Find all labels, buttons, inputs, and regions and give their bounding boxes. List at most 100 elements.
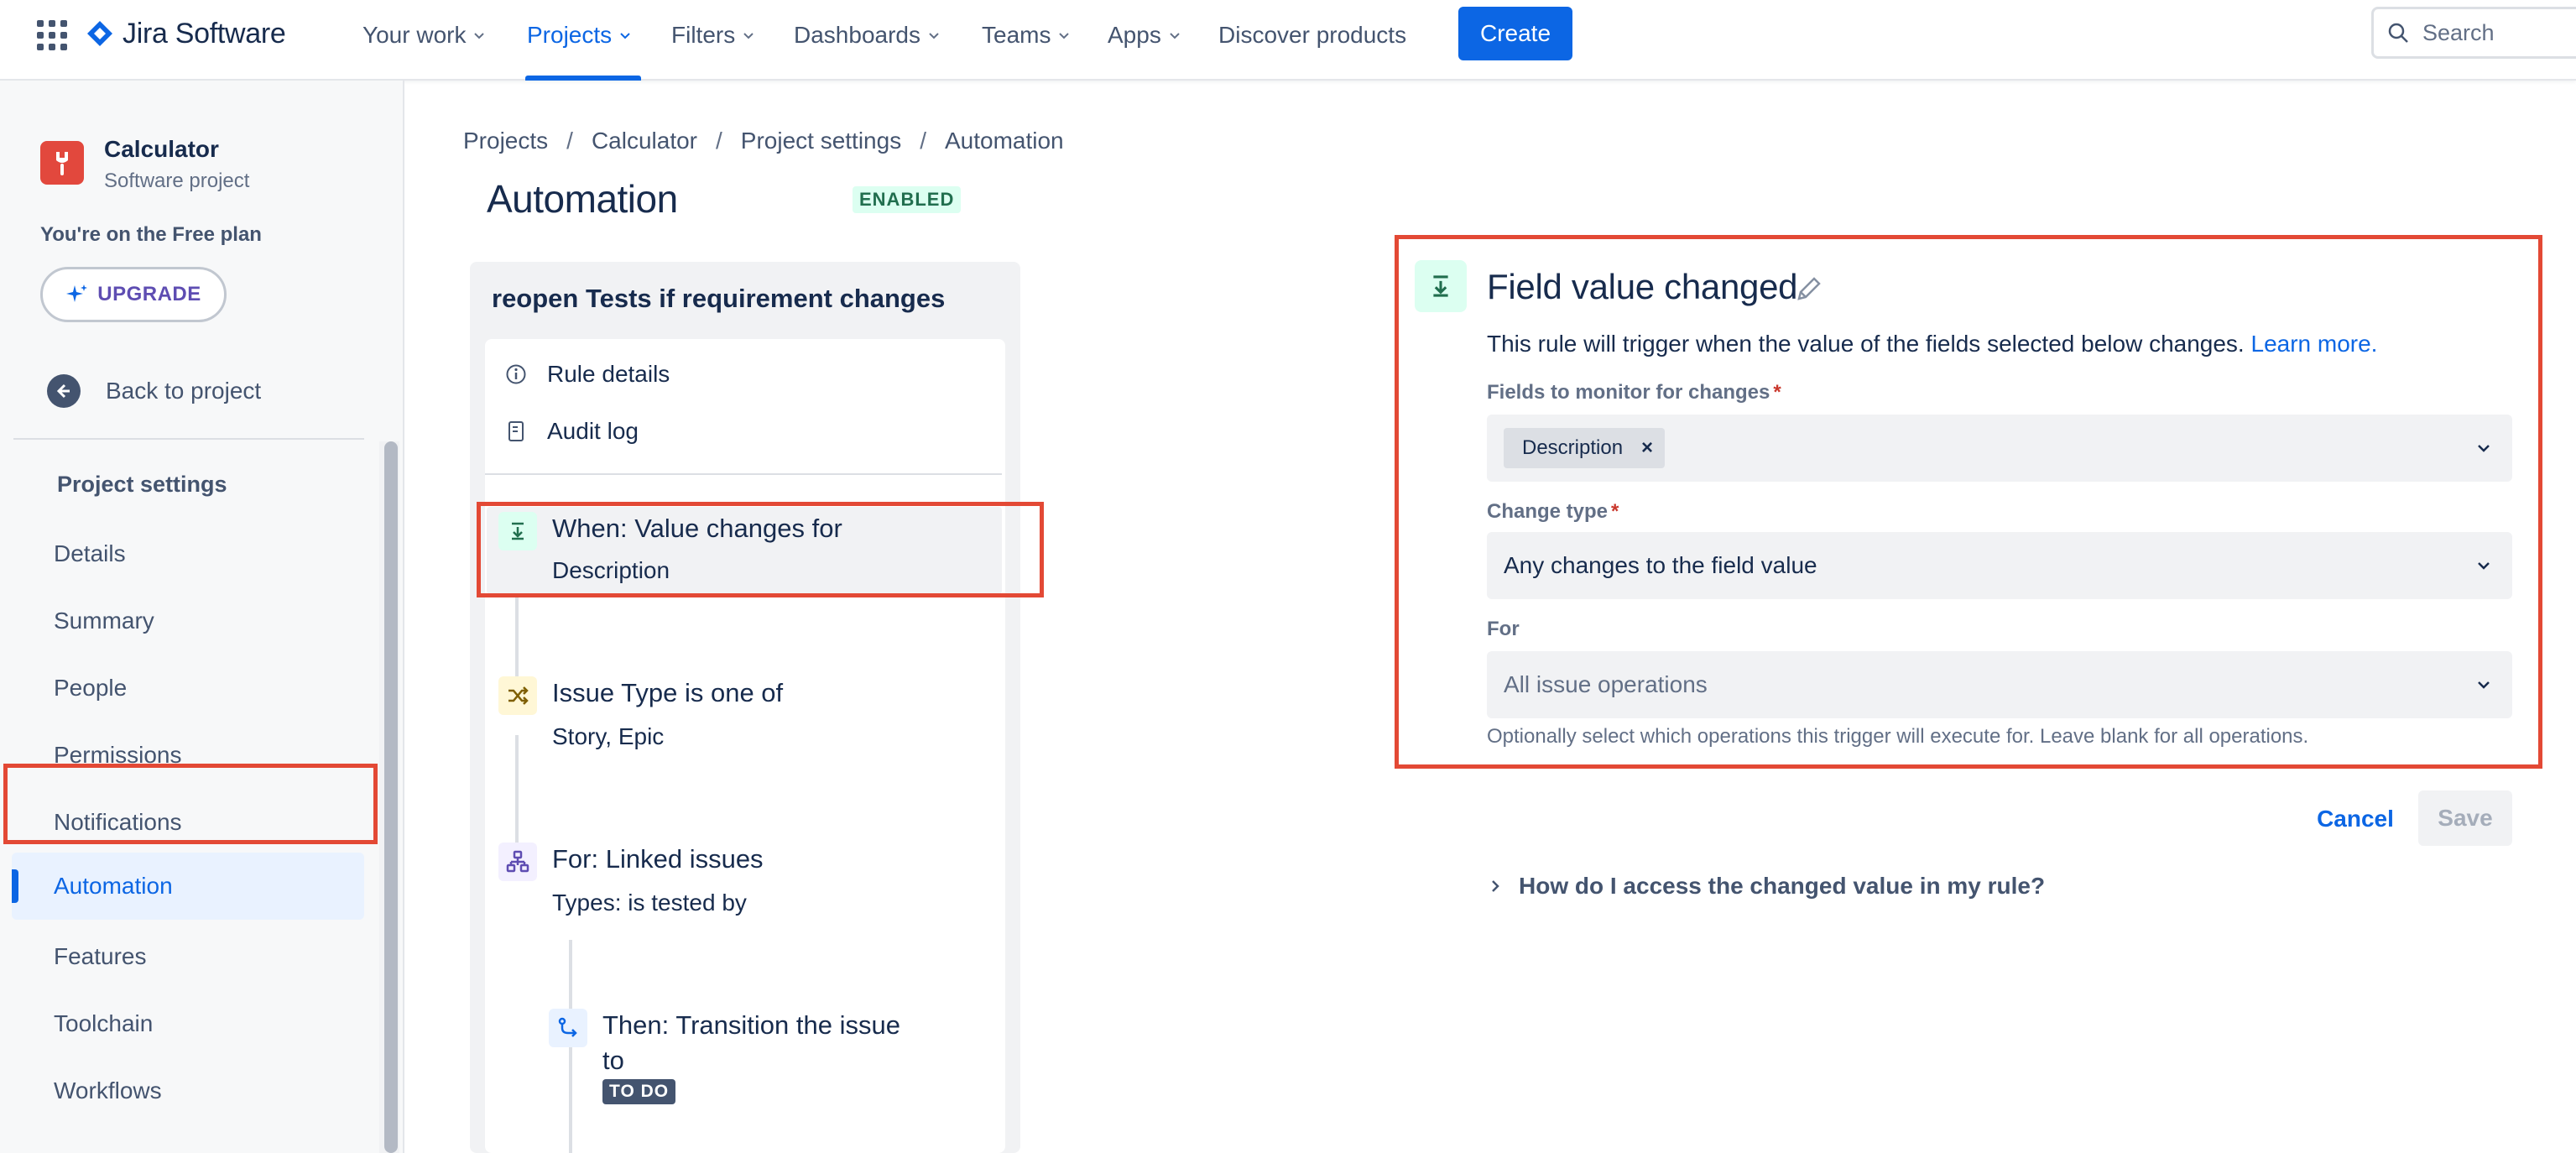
search-box[interactable] xyxy=(2371,7,2576,59)
highlight-box-automation xyxy=(3,764,378,844)
hierarchy-icon xyxy=(498,843,537,881)
info-icon xyxy=(506,364,526,384)
active-nav-indicator xyxy=(525,76,641,81)
label-text: Fields to monitor for changes xyxy=(1487,381,1770,404)
step-subtitle: Story, Epic xyxy=(552,723,665,749)
sidebar-item-automation[interactable]: Automation xyxy=(54,869,173,903)
sparkle-icon xyxy=(66,284,88,302)
sidebar-item-people[interactable]: People xyxy=(54,671,127,705)
search-icon xyxy=(2388,23,2408,43)
operations-select[interactable]: All issue operations xyxy=(1487,651,2512,718)
for-label: For xyxy=(1487,618,1520,640)
logo-text: Jira Software xyxy=(123,17,286,50)
transition-icon xyxy=(549,1009,587,1047)
nav-apps[interactable]: Apps xyxy=(1108,18,1181,52)
create-button[interactable]: Create xyxy=(1458,7,1572,60)
project-type: Software project xyxy=(104,170,250,192)
step-title-continued: to xyxy=(602,1046,624,1075)
step-title[interactable]: Then: Transition the issue xyxy=(602,1010,900,1041)
project-avatar xyxy=(40,141,84,185)
nav-teams[interactable]: Teams xyxy=(982,18,1071,52)
sidebar-item-toolchain[interactable]: Toolchain xyxy=(54,1007,153,1041)
chevron-down-icon xyxy=(1059,33,1070,39)
nav-dashboards[interactable]: Dashboards xyxy=(794,18,941,52)
step-title[interactable]: For: Linked issues xyxy=(552,844,764,874)
chevron-down-icon xyxy=(2478,681,2490,689)
sidebar-item-workflows[interactable]: Workflows xyxy=(54,1074,162,1108)
pencil-icon[interactable] xyxy=(1794,274,1824,304)
required-asterisk: * xyxy=(1611,500,1619,523)
label-text: Change type xyxy=(1487,500,1609,523)
search-input[interactable] xyxy=(2422,19,2573,46)
breadcrumb-automation[interactable]: Automation xyxy=(945,128,1064,154)
breadcrumb-project-settings[interactable]: Project settings xyxy=(741,128,901,154)
nav-label: Your work xyxy=(362,22,467,48)
audit-log-link[interactable]: Audit log xyxy=(505,415,639,448)
upgrade-button[interactable]: UPGRADE xyxy=(40,267,227,322)
panel-description: This rule will trigger when the value of… xyxy=(1487,331,2377,357)
nav-label: Dashboards xyxy=(794,22,920,48)
upgrade-label: UPGRADE xyxy=(97,283,201,305)
jira-diamond-icon xyxy=(87,21,112,46)
nav-label: Projects xyxy=(527,22,613,48)
rule-name: reopen Tests if requirement changes xyxy=(492,284,946,313)
change-type-select[interactable]: Any changes to the field value xyxy=(1487,532,2512,599)
faq-expander[interactable]: How do I access the changed value in my … xyxy=(1487,869,2045,903)
nav-label: Filters xyxy=(671,22,736,48)
breadcrumb-separator: / xyxy=(566,128,573,154)
rule-details-link[interactable]: Rule details xyxy=(505,357,670,391)
chevron-down-icon xyxy=(474,33,485,39)
nav-label: Apps xyxy=(1108,22,1161,48)
jira-logo[interactable]: Jira Software xyxy=(86,17,286,50)
chevron-down-icon xyxy=(620,33,630,39)
divider xyxy=(13,438,364,440)
save-button[interactable]: Save xyxy=(2418,790,2512,846)
chevron-down-icon xyxy=(2478,562,2490,570)
breadcrumb-calculator[interactable]: Calculator xyxy=(592,128,697,154)
step-title[interactable]: Issue Type is one of xyxy=(552,678,783,708)
cancel-button[interactable]: Cancel xyxy=(2309,794,2401,844)
nav-discover-products[interactable]: Discover products xyxy=(1218,18,1406,52)
arrow-left-icon xyxy=(47,374,81,408)
top-navigation: Jira Software Your work Projects Filters… xyxy=(0,0,2576,81)
trigger-icon xyxy=(1415,260,1467,312)
faq-label: How do I access the changed value in my … xyxy=(1519,873,2046,899)
breadcrumb-projects[interactable]: Projects xyxy=(463,128,548,154)
step-subtitle: Types: is tested by xyxy=(552,890,747,916)
sidebar-item-features[interactable]: Features xyxy=(54,940,147,973)
nav-projects[interactable]: Projects xyxy=(527,18,632,52)
highlight-box-trigger xyxy=(477,502,1044,597)
document-icon xyxy=(508,421,524,441)
select-value: Any changes to the field value xyxy=(1504,552,1817,578)
breadcrumb: Projects / Calculator / Project settings… xyxy=(463,123,1064,159)
rule-link-label: Rule details xyxy=(547,361,670,387)
active-item-indicator xyxy=(12,869,18,903)
flow-connector xyxy=(515,596,519,688)
nav-filters[interactable]: Filters xyxy=(671,18,755,52)
project-name: Calculator xyxy=(104,136,219,162)
sidebar-item-summary[interactable]: Summary xyxy=(54,604,154,638)
breadcrumb-separator: / xyxy=(920,128,926,154)
shuffle-icon xyxy=(498,676,537,715)
back-to-project-link[interactable]: Back to project xyxy=(47,374,261,408)
fields-select[interactable]: Description × xyxy=(1487,415,2512,482)
remove-icon[interactable]: × xyxy=(1641,436,1653,460)
breadcrumb-separator: / xyxy=(716,128,722,154)
select-placeholder: All issue operations xyxy=(1504,671,1708,697)
sidebar-section-heading: Project settings xyxy=(57,472,227,497)
learn-more-link[interactable]: Learn more. xyxy=(2251,331,2378,357)
divider xyxy=(485,473,1002,475)
flow-connector xyxy=(515,735,519,844)
sidebar-item-details[interactable]: Details xyxy=(54,537,126,571)
chevron-down-icon xyxy=(2478,445,2490,452)
status-lozenge: TO DO xyxy=(602,1079,676,1104)
nav-label: Discover products xyxy=(1218,22,1407,48)
description-text: This rule will trigger when the value of… xyxy=(1487,331,2245,357)
app-switcher-icon[interactable] xyxy=(35,18,67,50)
helper-text: Optionally select which operations this … xyxy=(1487,725,2309,748)
selected-field-chip: Description × xyxy=(1504,428,1666,468)
chevron-right-icon xyxy=(1492,880,1499,892)
chevron-down-icon xyxy=(743,33,754,39)
nav-your-work[interactable]: Your work xyxy=(362,18,486,52)
sidebar-scrollbar[interactable] xyxy=(384,441,398,1153)
